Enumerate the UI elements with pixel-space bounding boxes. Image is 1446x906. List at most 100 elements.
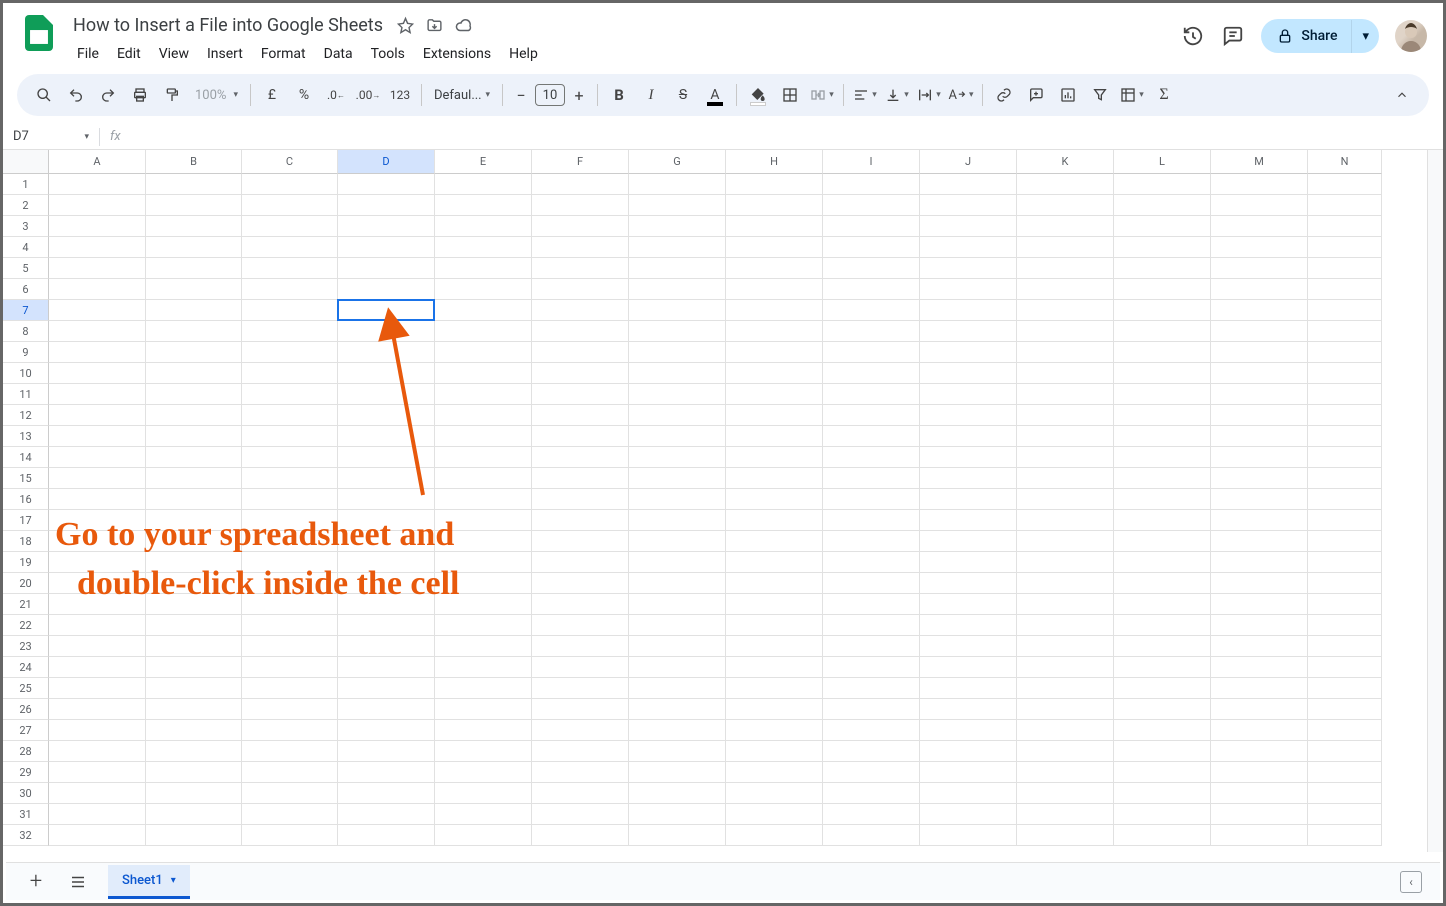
cell[interactable] (242, 300, 338, 321)
cell[interactable] (435, 426, 532, 447)
cell[interactable] (1114, 489, 1211, 510)
cell[interactable] (1114, 657, 1211, 678)
cell[interactable] (823, 279, 920, 300)
text-rotation-icon[interactable]: A (946, 80, 976, 110)
cell[interactable] (1017, 237, 1114, 258)
cell[interactable] (338, 531, 435, 552)
column-header[interactable]: H (726, 150, 823, 174)
cell[interactable] (338, 489, 435, 510)
cell[interactable] (629, 195, 726, 216)
vertical-align-icon[interactable] (882, 80, 912, 110)
row-header[interactable]: 2 (3, 195, 49, 216)
cell[interactable] (242, 321, 338, 342)
column-header[interactable]: M (1211, 150, 1308, 174)
cell[interactable] (726, 804, 823, 825)
cell[interactable] (242, 342, 338, 363)
cell[interactable] (146, 195, 242, 216)
cell[interactable] (242, 174, 338, 195)
cell[interactable] (146, 300, 242, 321)
cell[interactable] (920, 174, 1017, 195)
increase-decimal-icon[interactable]: .00→ (353, 80, 383, 110)
cell[interactable] (629, 174, 726, 195)
cell[interactable] (532, 468, 629, 489)
cell[interactable] (1114, 279, 1211, 300)
row-header[interactable]: 32 (3, 825, 49, 846)
cell[interactable] (726, 825, 823, 846)
cell[interactable] (1017, 573, 1114, 594)
cell[interactable] (242, 678, 338, 699)
cell[interactable] (1017, 279, 1114, 300)
column-header[interactable]: A (49, 150, 146, 174)
cell[interactable] (823, 573, 920, 594)
cell[interactable] (532, 489, 629, 510)
insert-chart-icon[interactable] (1053, 80, 1083, 110)
cell[interactable] (242, 195, 338, 216)
cell[interactable] (726, 216, 823, 237)
cell[interactable] (49, 804, 146, 825)
cell[interactable] (1114, 615, 1211, 636)
cell[interactable] (49, 300, 146, 321)
cell[interactable] (1211, 321, 1308, 342)
cell[interactable] (242, 447, 338, 468)
more-formats-icon[interactable]: 123 (385, 80, 415, 110)
cell[interactable] (1211, 720, 1308, 741)
cell[interactable] (1308, 216, 1382, 237)
cell[interactable] (629, 237, 726, 258)
text-wrap-icon[interactable] (914, 80, 944, 110)
undo-icon[interactable] (61, 80, 91, 110)
cell[interactable] (435, 825, 532, 846)
font-dropdown[interactable]: Defaul...▾ (428, 88, 496, 103)
cell[interactable] (338, 447, 435, 468)
cell[interactable] (726, 762, 823, 783)
cell[interactable] (435, 216, 532, 237)
cell[interactable] (1114, 405, 1211, 426)
merge-cells-icon[interactable] (807, 80, 837, 110)
cell[interactable] (532, 825, 629, 846)
cell[interactable] (1211, 300, 1308, 321)
cell[interactable] (146, 720, 242, 741)
cell[interactable] (823, 783, 920, 804)
cell[interactable] (1017, 384, 1114, 405)
cell[interactable] (242, 741, 338, 762)
cell[interactable] (1114, 510, 1211, 531)
cell[interactable] (726, 657, 823, 678)
cell[interactable] (1211, 594, 1308, 615)
bold-icon[interactable]: B (604, 80, 634, 110)
cell[interactable] (1308, 195, 1382, 216)
cell[interactable] (338, 615, 435, 636)
cell[interactable] (338, 405, 435, 426)
font-size-input[interactable]: 10 (535, 84, 565, 106)
cell[interactable] (532, 195, 629, 216)
cell[interactable] (920, 195, 1017, 216)
cell[interactable] (338, 279, 435, 300)
cell[interactable] (1308, 405, 1382, 426)
row-header[interactable]: 15 (3, 468, 49, 489)
font-size-increase[interactable]: + (567, 83, 591, 107)
cell[interactable] (435, 342, 532, 363)
cell[interactable] (1211, 804, 1308, 825)
name-box[interactable]: D7 (3, 129, 99, 144)
vertical-scrollbar[interactable] (1427, 150, 1443, 852)
cell[interactable] (726, 258, 823, 279)
cell[interactable] (146, 741, 242, 762)
cell[interactable] (920, 447, 1017, 468)
cell[interactable] (920, 342, 1017, 363)
cell[interactable] (629, 426, 726, 447)
menu-edit[interactable]: Edit (109, 42, 149, 66)
cell[interactable] (532, 237, 629, 258)
cell[interactable] (49, 216, 146, 237)
cell[interactable] (629, 741, 726, 762)
cell[interactable] (435, 258, 532, 279)
menu-data[interactable]: Data (316, 42, 361, 66)
cell[interactable] (1211, 762, 1308, 783)
cell[interactable] (532, 531, 629, 552)
cell[interactable] (435, 468, 532, 489)
cell[interactable] (49, 573, 146, 594)
column-header[interactable]: C (242, 150, 338, 174)
cell[interactable] (1211, 426, 1308, 447)
cell[interactable] (1308, 762, 1382, 783)
cell[interactable] (1114, 825, 1211, 846)
cell[interactable] (629, 258, 726, 279)
cell[interactable] (49, 825, 146, 846)
row-header[interactable]: 18 (3, 531, 49, 552)
